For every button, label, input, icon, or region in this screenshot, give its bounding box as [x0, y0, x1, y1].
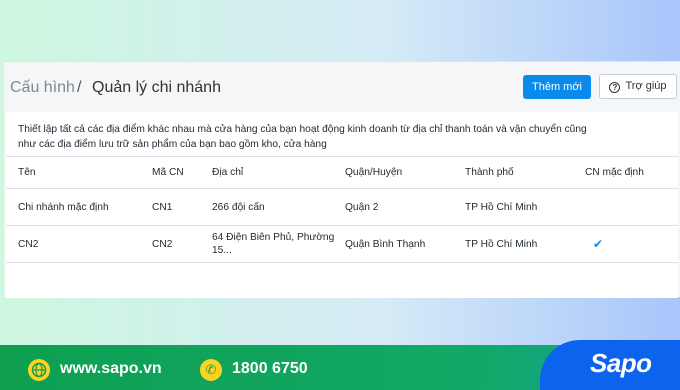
cell-default [585, 188, 678, 226]
branch-management-panel: Cấu hình / Quản lý chi nhánh Thêm mới ? T… [4, 61, 680, 298]
cell-code: CN1 [152, 188, 212, 226]
add-branch-button[interactable]: Thêm mới [523, 75, 591, 99]
header-name: Tên [6, 156, 152, 189]
header-default: CN mặc định [585, 156, 678, 189]
breadcrumb-root[interactable]: Cấu hình [10, 79, 75, 97]
help-button[interactable]: ? Trợ giúp [599, 74, 677, 99]
cell-code: CN2 [152, 225, 212, 263]
header-address: Địa chỉ [212, 156, 345, 189]
breadcrumb-separator: / [77, 79, 82, 96]
table-row[interactable]: CN2 CN2 64 Điện Biên Phủ, Phường 15... Q… [6, 225, 678, 263]
cell-address: 266 đội cấn [212, 188, 345, 226]
branch-card: Thiết lập tất cả các địa điểm khác nhau … [6, 112, 678, 298]
default-check-icon: ✔ [585, 225, 678, 263]
cell-district: Quận 2 [345, 188, 465, 226]
header-district: Quận/Huyện [345, 156, 465, 189]
table-row[interactable]: Chi nhánh mặc định CN1 266 đội cấn Quận … [6, 188, 678, 226]
table-header-row: Tên Mã CN Địa chỉ Quận/Huyện Thành phố C… [6, 156, 678, 189]
description-text: Thiết lập tất cả các địa điểm khác nhau … [18, 124, 587, 150]
header-code: Mã CN [152, 156, 212, 189]
cell-city: TP Hồ Chí Minh [465, 225, 585, 263]
header-city: Thành phố [465, 156, 585, 189]
cell-name[interactable]: CN2 [6, 225, 152, 263]
page-header: Cấu hình / Quản lý chi nhánh Thêm mới ? T… [4, 62, 680, 112]
website-text[interactable]: www.sapo.vn [60, 360, 162, 378]
phone-icon: ✆ [200, 359, 222, 381]
cell-address: 64 Điện Biên Phủ, Phường 15... [212, 225, 345, 263]
page-title: Quản lý chi nhánh [92, 79, 221, 96]
globe-icon [28, 359, 50, 381]
question-circle-icon: ? [609, 82, 621, 93]
phone-number[interactable]: 1800 6750 [232, 360, 308, 378]
sapo-logo: Sapo [590, 348, 652, 378]
help-label: Trợ giúp [625, 80, 667, 92]
branch-table: Tên Mã CN Địa chỉ Quận/Huyện Thành phố C… [6, 156, 678, 263]
cell-name[interactable]: Chi nhánh mặc định [6, 188, 152, 226]
cell-city: TP Hồ Chí Minh [465, 188, 585, 226]
cell-district: Quận Bình Thạnh [345, 225, 465, 263]
